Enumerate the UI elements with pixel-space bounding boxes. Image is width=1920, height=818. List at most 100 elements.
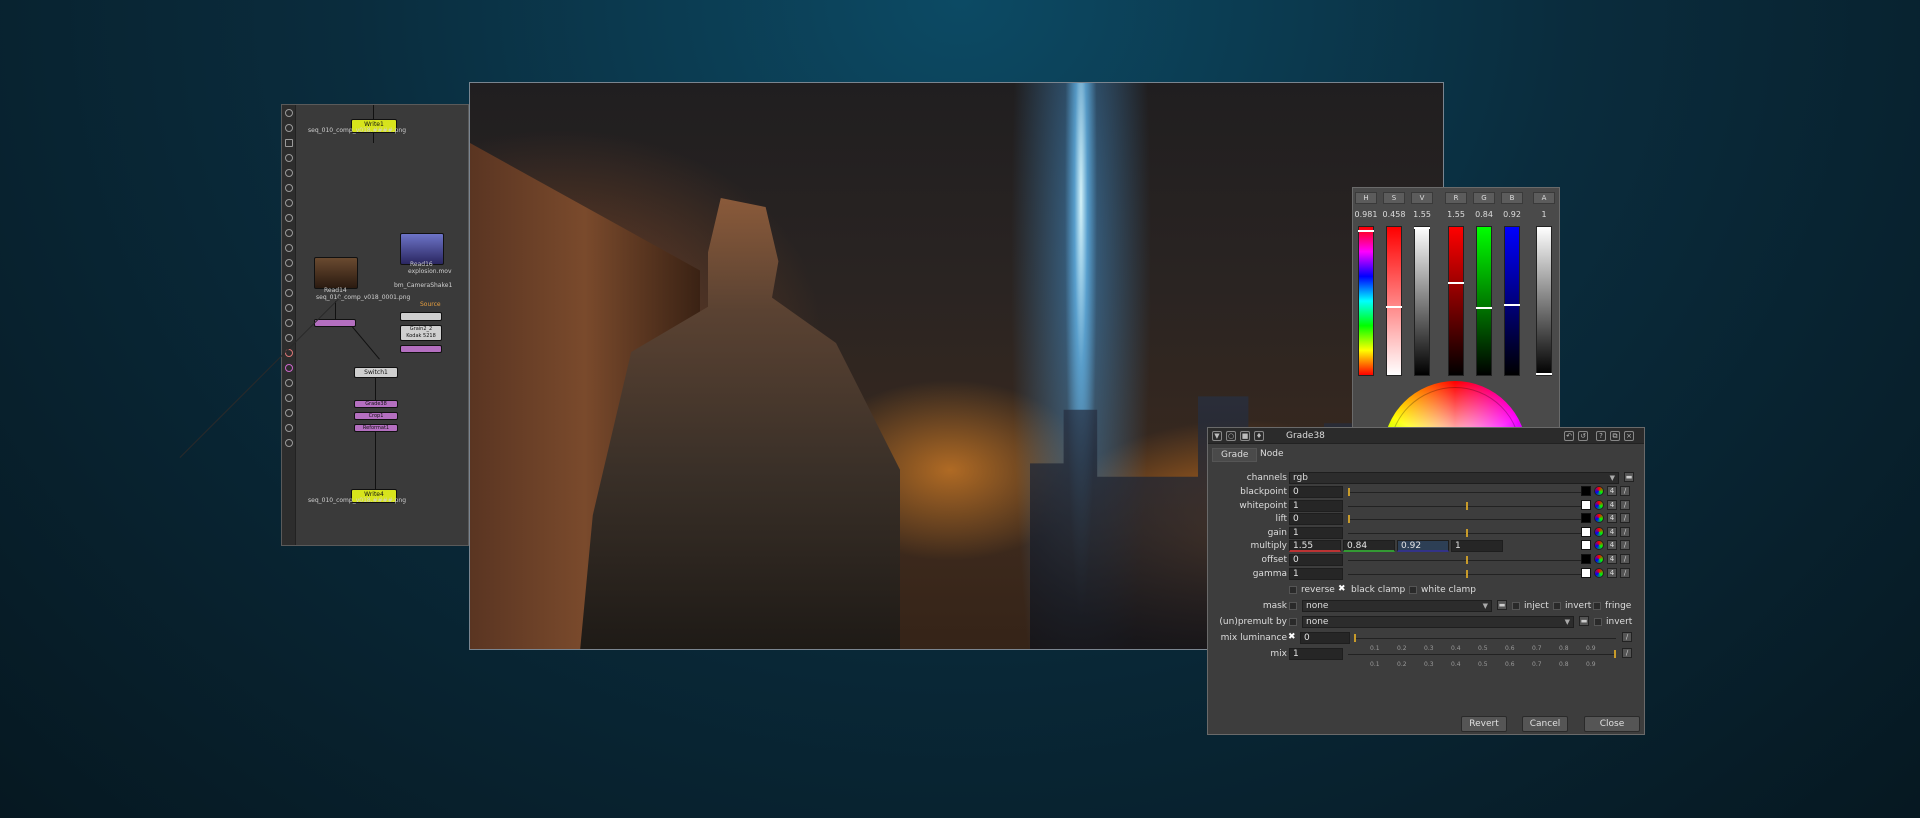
channel-icon[interactable] <box>285 169 293 177</box>
channel-slider-r[interactable] <box>1448 226 1464 376</box>
node-reformat1[interactable]: Reformat1 <box>354 424 398 432</box>
curve-icon[interactable]: ∕ <box>1620 513 1630 523</box>
channel-count-button[interactable]: 4 <box>1607 513 1617 523</box>
color-swatch[interactable] <box>1581 526 1591 537</box>
multiply-b-field[interactable]: 0.92 <box>1397 540 1449 552</box>
mask-dropdown[interactable]: none ▼ <box>1302 600 1492 612</box>
curve-icon[interactable]: ∕ <box>1620 554 1630 564</box>
invert-checkbox[interactable] <box>1553 602 1561 610</box>
node-purple-left[interactable] <box>314 319 356 327</box>
node-grade38[interactable]: Grade38 <box>354 400 398 408</box>
mix-slider[interactable] <box>1348 650 1616 658</box>
gizmo-icon[interactable]: ♦ <box>1254 431 1264 441</box>
channel-slider-h[interactable] <box>1358 226 1374 376</box>
slider-handle[interactable] <box>1466 570 1468 578</box>
color-swatch[interactable] <box>1581 568 1591 578</box>
node-switch1[interactable]: Switch1 <box>354 367 398 378</box>
curve-icon[interactable]: ∕ <box>1620 568 1630 578</box>
deep-icon[interactable] <box>285 274 293 282</box>
merge-icon[interactable] <box>285 214 293 222</box>
node-read14[interactable] <box>314 257 358 289</box>
curve-icon[interactable]: ∕ <box>1620 499 1630 510</box>
filter-icon[interactable] <box>285 199 293 207</box>
multiply-g-field[interactable]: 0.84 <box>1343 540 1395 552</box>
whitepoint-slider[interactable] <box>1348 501 1588 510</box>
metadata-icon[interactable] <box>285 304 293 312</box>
node-graph-panel[interactable]: Write1 seq_010_comp_v018.####.png Read14… <box>179 104 469 546</box>
float-icon[interactable]: ⧉ <box>1610 431 1620 441</box>
slider-handle[interactable] <box>1354 634 1356 642</box>
channel-button-v[interactable]: V <box>1411 192 1433 204</box>
curve-icon[interactable]: ∕ <box>1620 526 1630 537</box>
channel-slider-g[interactable] <box>1476 226 1492 376</box>
cube-icon[interactable] <box>285 409 293 417</box>
lift-slider[interactable] <box>1348 515 1588 523</box>
white-clamp-checkbox[interactable] <box>1409 586 1417 594</box>
channel-button-h[interactable]: H <box>1355 192 1377 204</box>
channel-button-s[interactable]: S <box>1383 192 1405 204</box>
node-crop1[interactable]: Crop1 <box>354 412 398 420</box>
channel-button-b[interactable]: B <box>1501 192 1523 204</box>
offset-slider[interactable] <box>1348 556 1588 564</box>
slider-handle[interactable] <box>1536 373 1552 375</box>
center-icon[interactable]: ○ <box>1226 431 1236 441</box>
undo-icon[interactable]: ↺ <box>1578 431 1588 441</box>
unpremult-checkbox[interactable] <box>1289 618 1297 626</box>
gain-slider[interactable] <box>1348 528 1588 537</box>
slider-handle[interactable] <box>1448 282 1464 284</box>
channel-count-button[interactable]: 4 <box>1607 526 1617 537</box>
color-swatch[interactable] <box>1581 540 1591 550</box>
color-swatch[interactable] <box>1581 513 1591 523</box>
color-wheel-icon[interactable] <box>1594 554 1604 564</box>
whitepoint-field[interactable]: 1 <box>1289 499 1343 512</box>
curve-icon[interactable] <box>285 184 293 192</box>
gain-field[interactable]: 1 <box>1289 526 1343 539</box>
color-swatch[interactable] <box>1581 554 1591 564</box>
preset-icon[interactable]: ■ <box>1240 431 1250 441</box>
inject-checkbox[interactable] <box>1512 602 1520 610</box>
cancel-button[interactable]: Cancel <box>1522 716 1568 732</box>
layers-icon[interactable] <box>285 139 293 147</box>
mix-luminance-field[interactable]: 0 <box>1300 632 1350 644</box>
unpremult-menu-button[interactable]: ▬ <box>1579 616 1589 626</box>
slider-handle[interactable] <box>1476 307 1492 309</box>
multiply-r-field[interactable]: 1.55 <box>1289 540 1341 552</box>
node-purple-right[interactable] <box>400 345 442 353</box>
channel-button-a[interactable]: A <box>1533 192 1555 204</box>
curve-icon[interactable]: ∕ <box>1620 540 1630 550</box>
channel-count-button[interactable]: 4 <box>1607 486 1617 496</box>
gamma-field[interactable]: 1 <box>1289 568 1343 580</box>
restore-icon[interactable]: ↶ <box>1564 431 1574 441</box>
slider-handle[interactable] <box>1466 556 1468 564</box>
3d-icon[interactable] <box>285 244 293 252</box>
collapse-icon[interactable]: ▼ <box>1212 431 1222 441</box>
channel-slider-b[interactable] <box>1504 226 1520 376</box>
unpremult-invert-checkbox[interactable] <box>1594 618 1602 626</box>
slider-handle[interactable] <box>1386 306 1402 308</box>
check-icon[interactable]: ✖ <box>1288 632 1296 642</box>
fringe-checkbox[interactable] <box>1593 602 1601 610</box>
particle-icon[interactable] <box>285 259 293 267</box>
channel-count-button[interactable]: 4 <box>1607 499 1617 510</box>
slider-handle[interactable] <box>1348 515 1350 523</box>
channel-count-button[interactable]: 4 <box>1607 568 1617 578</box>
curve-icon[interactable]: ∕ <box>1622 632 1632 642</box>
color-swatch[interactable] <box>1581 486 1591 496</box>
channel-count-button[interactable]: 4 <box>1607 540 1617 550</box>
camera-icon[interactable] <box>285 439 293 447</box>
other-icon[interactable] <box>285 334 293 342</box>
color-wheel-icon[interactable] <box>1594 499 1604 510</box>
color-wheel-icon[interactable] <box>1594 526 1604 537</box>
help-icon[interactable]: ? <box>1596 431 1606 441</box>
star-icon[interactable] <box>285 394 293 402</box>
view-icon[interactable] <box>285 289 293 297</box>
check-icon[interactable]: ✖ <box>1338 584 1346 594</box>
color-wheel-icon[interactable] <box>1594 513 1604 523</box>
slider-handle[interactable] <box>1466 528 1468 537</box>
tab-grade[interactable]: Grade <box>1212 448 1258 462</box>
toolsets-icon[interactable] <box>285 319 293 327</box>
slider-handle[interactable] <box>1614 650 1616 658</box>
slider-handle[interactable] <box>1466 501 1468 510</box>
node-grain2[interactable]: Grain2_2 Kodak 5218 <box>400 325 442 341</box>
close-button[interactable]: Close <box>1584 716 1640 732</box>
